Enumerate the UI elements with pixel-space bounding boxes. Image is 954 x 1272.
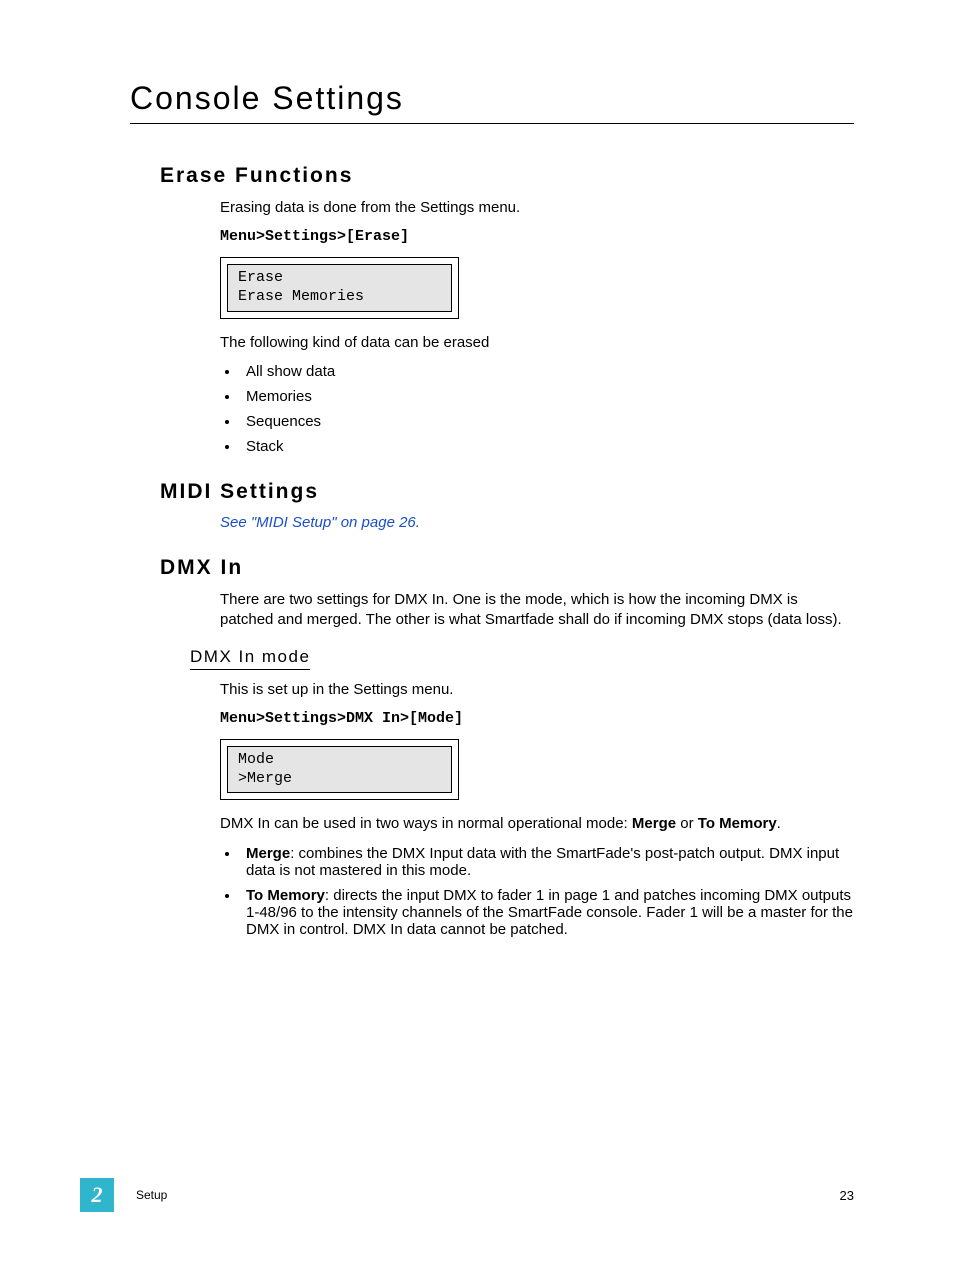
footer-left: 2 Setup — [80, 1178, 167, 1212]
list-item: All show data — [240, 363, 854, 380]
list-item: Merge: combines the DMX Input data with … — [240, 845, 854, 879]
dmx-heading: DMX In — [160, 556, 854, 580]
erase-lcd-inner: Erase Erase Memories — [227, 264, 452, 312]
midi-heading: MIDI Settings — [160, 480, 854, 504]
erase-menu-path: Menu>Settings>[Erase] — [220, 228, 854, 245]
section-erase: Erase Functions Erasing data is done fro… — [160, 164, 854, 455]
section-midi: MIDI Settings See "MIDI Setup" on page 2… — [160, 480, 854, 531]
bold: Merge — [632, 815, 676, 832]
page-footer: 2 Setup 23 — [80, 1178, 854, 1212]
dmx-intro: There are two settings for DMX In. One i… — [220, 590, 854, 631]
erase-list-intro: The following kind of data can be erased — [220, 333, 854, 353]
erase-lcd: Erase Erase Memories — [220, 257, 459, 319]
lcd-line: >Merge — [238, 770, 292, 787]
page-title: Console Settings — [130, 80, 854, 124]
chapter-badge: 2 — [80, 1178, 114, 1212]
dmx-menu-path: Menu>Settings>DMX In>[Mode] — [220, 710, 854, 727]
bold: To Memory — [698, 815, 777, 832]
merge-text: : combines the DMX Input data with the S… — [246, 845, 839, 879]
erase-heading: Erase Functions — [160, 164, 854, 188]
list-item: Sequences — [240, 413, 854, 430]
dmx-lcd: Mode >Merge — [220, 739, 459, 801]
lcd-line: Erase Memories — [238, 288, 364, 305]
list-item: Memories — [240, 388, 854, 405]
list-item: Stack — [240, 438, 854, 455]
dmx-modes-intro: DMX In can be used in two ways in normal… — [220, 814, 854, 834]
dmx-sub-heading: DMX In mode — [190, 647, 310, 670]
merge-label: Merge — [246, 845, 290, 862]
lcd-line: Erase — [238, 269, 283, 286]
dmx-lcd-inner: Mode >Merge — [227, 746, 452, 794]
footer-section: Setup — [136, 1188, 167, 1202]
tomem-text: : directs the input DMX to fader 1 in pa… — [246, 887, 853, 938]
lcd-line: Mode — [238, 751, 274, 768]
dmx-mode-list: Merge: combines the DMX Input data with … — [220, 845, 854, 938]
page-content: Console Settings Erase Functions Erasing… — [0, 0, 954, 938]
midi-link[interactable]: See "MIDI Setup" on page 26. — [220, 514, 854, 531]
text: DMX In can be used in two ways in normal… — [220, 815, 632, 832]
text: . — [777, 815, 781, 832]
erase-intro: Erasing data is done from the Settings m… — [220, 198, 854, 218]
list-item: To Memory: directs the input DMX to fade… — [240, 887, 854, 938]
tomem-label: To Memory — [246, 887, 325, 904]
erase-list: All show data Memories Sequences Stack — [220, 363, 854, 455]
dmx-sub-intro: This is set up in the Settings menu. — [220, 680, 854, 700]
page-number: 23 — [840, 1188, 854, 1203]
section-dmx: DMX In There are two settings for DMX In… — [160, 556, 854, 938]
text: or — [676, 815, 698, 832]
